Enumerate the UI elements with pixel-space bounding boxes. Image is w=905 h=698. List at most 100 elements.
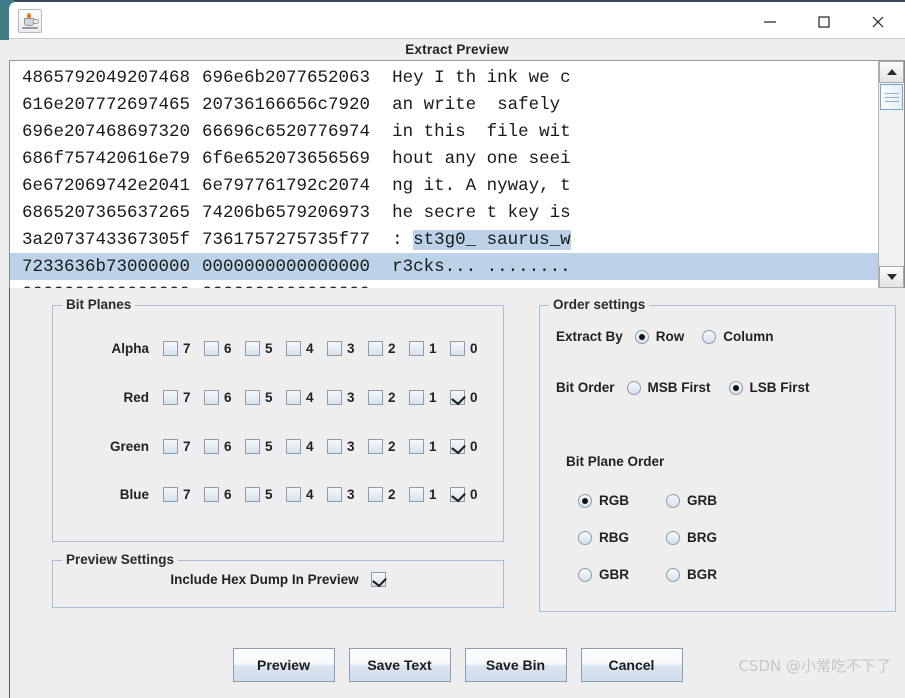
- scrollbar-thumb[interactable]: [880, 84, 903, 110]
- maximize-icon[interactable]: [797, 4, 851, 40]
- bit-plane-order-option-brg[interactable]: BRG: [666, 530, 754, 545]
- bit-plane-red-3[interactable]: 3: [327, 389, 368, 405]
- bit-plane-checkbox[interactable]: [163, 389, 178, 405]
- bit-plane-order-radio[interactable]: [578, 493, 592, 508]
- bit-plane-green-1[interactable]: 1: [409, 438, 450, 454]
- bit-plane-alpha-1[interactable]: 1: [409, 340, 450, 356]
- close-icon[interactable]: [851, 4, 905, 40]
- cancel-button[interactable]: Cancel: [580, 648, 683, 682]
- bit-plane-order-radio[interactable]: [666, 530, 680, 545]
- bit-plane-checkbox[interactable]: [163, 340, 178, 356]
- bit-plane-green-0[interactable]: 0: [450, 438, 491, 454]
- bit-plane-checkbox[interactable]: [450, 438, 465, 454]
- scroll-up-arrow[interactable]: [879, 61, 904, 83]
- bit-plane-checkbox[interactable]: [450, 486, 465, 502]
- bit-plane-green-4[interactable]: 4: [286, 438, 327, 454]
- bit-plane-checkbox[interactable]: [450, 389, 465, 405]
- bit-plane-alpha-4[interactable]: 4: [286, 340, 327, 356]
- save-bin-button[interactable]: Save Bin: [464, 648, 567, 682]
- extract-by-row-radio[interactable]: [634, 329, 649, 344]
- bit-plane-green-5[interactable]: 5: [245, 438, 286, 454]
- bit-plane-order-radio[interactable]: [578, 567, 592, 582]
- bit-plane-order-option-grb[interactable]: GRB: [666, 493, 754, 508]
- hex-dump-content[interactable]: 4865792049207468 696e6b2077652063 Hey I th…: [10, 61, 878, 288]
- include-hex-dump-row[interactable]: Include Hex Dump In Preview: [53, 572, 503, 587]
- bit-plane-checkbox[interactable]: [286, 486, 301, 502]
- bit-plane-checkbox[interactable]: [368, 389, 383, 405]
- bit-plane-alpha-3[interactable]: 3: [327, 340, 368, 356]
- bit-plane-checkbox[interactable]: [245, 340, 260, 356]
- bit-plane-checkbox[interactable]: [450, 340, 465, 356]
- bit-plane-blue-1[interactable]: 1: [409, 486, 450, 502]
- bit-plane-red-7[interactable]: 7: [163, 389, 204, 405]
- bit-plane-checkbox[interactable]: [327, 340, 342, 356]
- preview-button[interactable]: Preview: [232, 648, 335, 682]
- bit-plane-blue-4[interactable]: 4: [286, 486, 327, 502]
- bit-plane-alpha-2[interactable]: 2: [368, 340, 409, 356]
- bit-plane-order-option-rgb[interactable]: RGB: [578, 493, 666, 508]
- save-text-button[interactable]: Save Text: [348, 648, 451, 682]
- bit-plane-checkbox[interactable]: [245, 438, 260, 454]
- bit-plane-blue-2[interactable]: 2: [368, 486, 409, 502]
- bit-plane-blue-5[interactable]: 5: [245, 486, 286, 502]
- bit-plane-order-radio[interactable]: [578, 530, 592, 545]
- bit-plane-red-4[interactable]: 4: [286, 389, 327, 405]
- extract-by-column-option[interactable]: Column: [702, 329, 774, 344]
- extract-by-row-option[interactable]: Row: [634, 329, 684, 344]
- bit-plane-alpha-0[interactable]: 0: [450, 340, 491, 356]
- scroll-down-arrow[interactable]: [879, 266, 904, 288]
- bit-plane-checkbox[interactable]: [245, 389, 260, 405]
- bit-plane-checkbox[interactable]: [286, 340, 301, 356]
- bit-plane-order-option-bgr[interactable]: BGR: [666, 567, 754, 582]
- bit-plane-checkbox[interactable]: [204, 438, 219, 454]
- bit-plane-green-6[interactable]: 6: [204, 438, 245, 454]
- bit-plane-checkbox[interactable]: [327, 438, 342, 454]
- bit-plane-red-5[interactable]: 5: [245, 389, 286, 405]
- bit-plane-checkbox[interactable]: [409, 340, 424, 356]
- bit-order-msb-option[interactable]: MSB First: [626, 380, 711, 395]
- bit-plane-checkbox[interactable]: [409, 438, 424, 454]
- bit-order-msb-radio[interactable]: [626, 380, 641, 395]
- bit-plane-order-option-gbr[interactable]: GBR: [578, 567, 666, 582]
- include-hex-dump-checkbox[interactable]: [370, 572, 386, 587]
- bit-plane-blue-3[interactable]: 3: [327, 486, 368, 502]
- bit-plane-red-2[interactable]: 2: [368, 389, 409, 405]
- bit-plane-order-option-rbg[interactable]: RBG: [578, 530, 666, 545]
- bit-plane-order-radio[interactable]: [666, 567, 680, 582]
- bit-plane-green-7[interactable]: 7: [163, 438, 204, 454]
- bit-plane-checkbox[interactable]: [204, 389, 219, 405]
- hex-dump-textarea[interactable]: 4865792049207468 696e6b2077652063 Hey I th…: [9, 61, 905, 288]
- bit-order-lsb-option[interactable]: LSB First: [728, 380, 810, 395]
- bit-plane-checkbox[interactable]: [286, 389, 301, 405]
- minimize-icon[interactable]: [743, 4, 797, 40]
- bit-plane-alpha-6[interactable]: 6: [204, 340, 245, 356]
- bit-plane-red-6[interactable]: 6: [204, 389, 245, 405]
- bit-plane-checkbox[interactable]: [245, 486, 260, 502]
- bit-plane-alpha-5[interactable]: 5: [245, 340, 286, 356]
- bit-plane-blue-7[interactable]: 7: [163, 486, 204, 502]
- bit-plane-blue-6[interactable]: 6: [204, 486, 245, 502]
- extract-by-column-radio[interactable]: [702, 329, 717, 344]
- bit-plane-checkbox[interactable]: [286, 438, 301, 454]
- bit-plane-checkbox[interactable]: [327, 389, 342, 405]
- bit-plane-green-2[interactable]: 2: [368, 438, 409, 454]
- bit-plane-blue-0[interactable]: 0: [450, 486, 491, 502]
- bit-plane-checkbox[interactable]: [368, 486, 383, 502]
- bit-plane-checkbox[interactable]: [204, 486, 219, 502]
- bit-order-lsb-radio[interactable]: [728, 380, 743, 395]
- bit-plane-checkbox[interactable]: [368, 340, 383, 356]
- bit-plane-alpha-7[interactable]: 7: [163, 340, 204, 356]
- bit-plane-checkbox[interactable]: [409, 486, 424, 502]
- bit-plane-checkbox[interactable]: [327, 486, 342, 502]
- bit-plane-red-1[interactable]: 1: [409, 389, 450, 405]
- bit-plane-order-radio[interactable]: [666, 493, 680, 508]
- bit-plane-checkbox[interactable]: [163, 438, 178, 454]
- bit-plane-row-blue: Blue 7 6 5 4 3 2 1 0: [53, 482, 503, 506]
- bit-plane-green-3[interactable]: 3: [327, 438, 368, 454]
- bit-plane-checkbox[interactable]: [409, 389, 424, 405]
- bit-plane-checkbox[interactable]: [204, 340, 219, 356]
- bit-plane-red-0[interactable]: 0: [450, 389, 491, 405]
- bit-plane-checkbox[interactable]: [368, 438, 383, 454]
- bit-plane-checkbox[interactable]: [163, 486, 178, 502]
- hex-dump-scrollbar[interactable]: [878, 61, 904, 288]
